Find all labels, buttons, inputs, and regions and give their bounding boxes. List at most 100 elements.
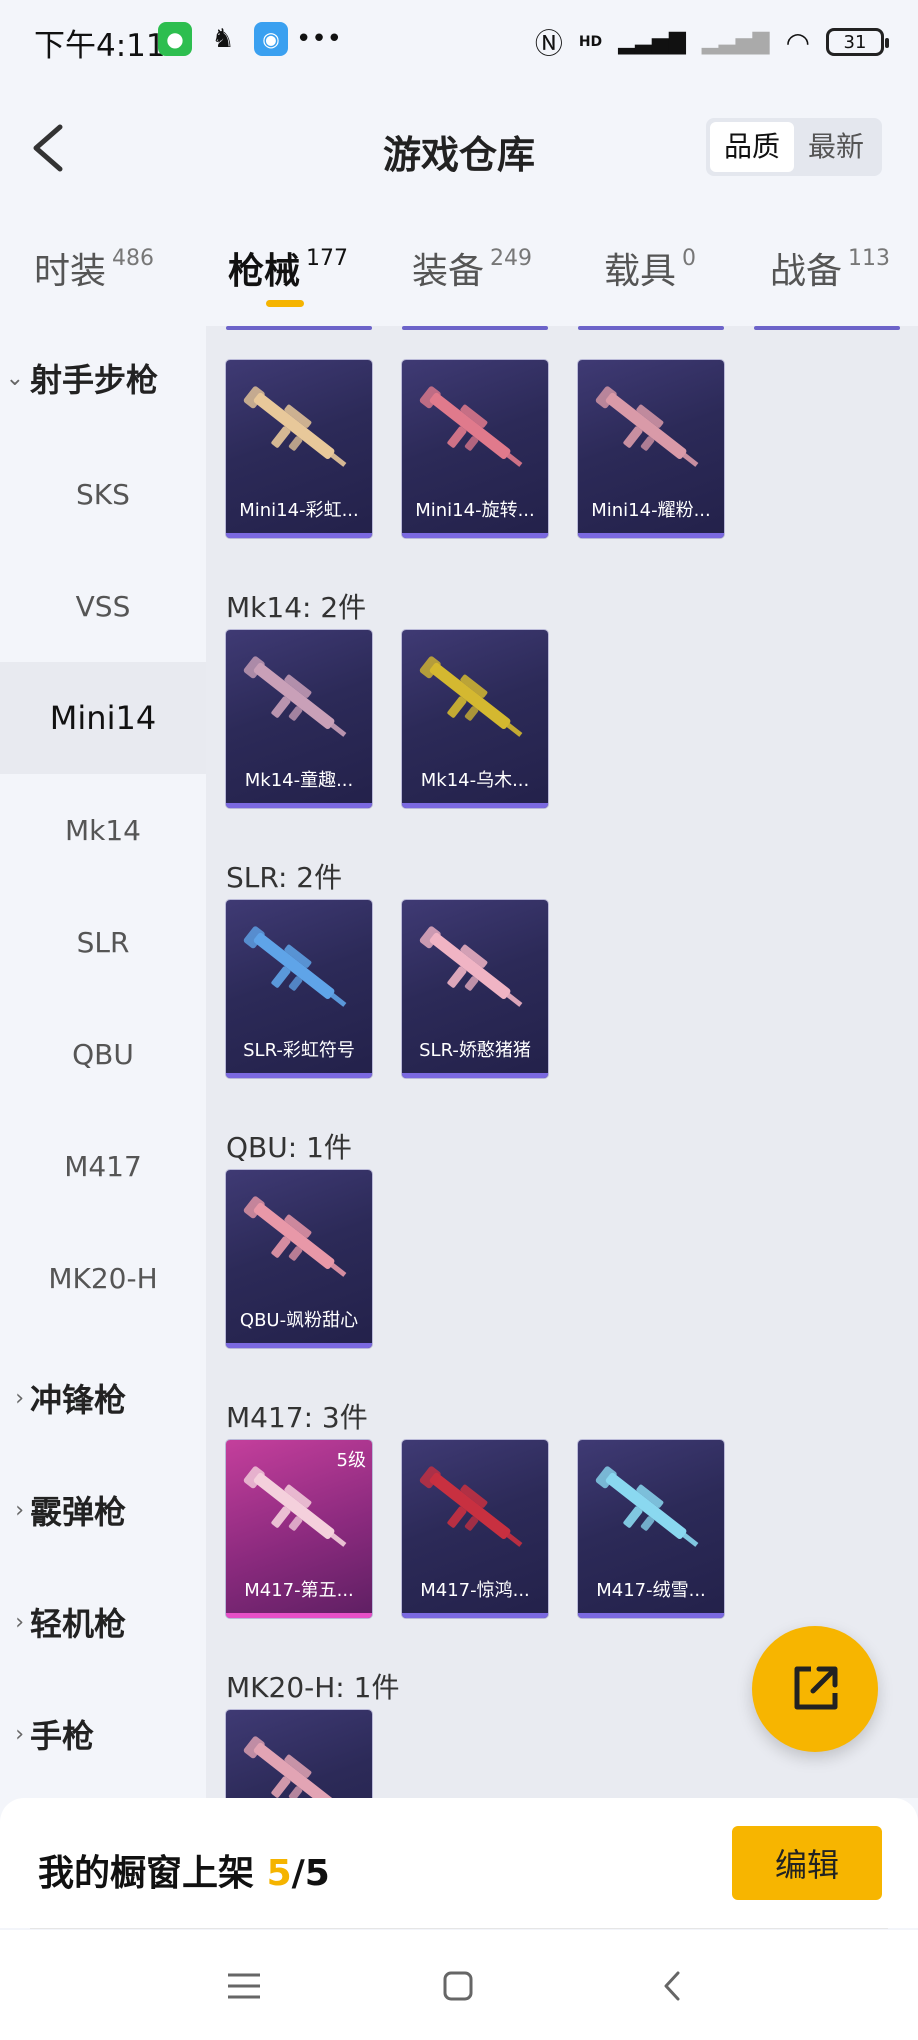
weapon-skin-icon <box>595 1466 699 1547</box>
weapon-card[interactable]: M417-惊鸿... <box>402 1440 548 1618</box>
category-label: 冲锋枪 <box>30 1381 127 1419</box>
nav-back-icon <box>664 1971 680 2001</box>
weapon-card[interactable]: Mini14-耀粉... <box>578 360 724 538</box>
wifi-icon: ◠ <box>785 25 810 59</box>
section-title: MK20-H: 1件 <box>226 1671 400 1704</box>
weapon-card[interactable]: Mini14-旋转... <box>402 360 548 538</box>
sidebar-category-shotgun[interactable]: › 霰弹枪 <box>0 1454 206 1566</box>
weapon-skin-icon <box>243 926 347 1007</box>
rarity-bar <box>226 1613 372 1618</box>
sidebar-item-m417[interactable]: M417 <box>0 1110 206 1222</box>
weapon-card[interactable]: MK20-H-快... <box>226 1710 372 1798</box>
tab-weapons[interactable]: 枪械 177 <box>228 242 348 294</box>
level-badge: 5级 <box>336 1450 366 1471</box>
card-edge <box>226 326 372 330</box>
weapon-skin-icon <box>243 386 347 467</box>
category-label: 霰弹枪 <box>30 1493 127 1531</box>
rarity-bar <box>402 533 548 538</box>
weapon-skin-icon <box>243 656 347 737</box>
nav-back-button[interactable] <box>652 1966 692 2006</box>
rarity-bar <box>226 533 372 538</box>
showcase-count-total: /5 <box>291 1853 330 1894</box>
tab-outfits[interactable]: 时装 486 <box>34 242 154 294</box>
chevron-right-icon: › <box>15 1721 24 1747</box>
weapon-card[interactable]: Mk14-乌木... <box>402 630 548 808</box>
sidebar-item-sks[interactable]: SKS <box>0 438 206 550</box>
sort-toggle[interactable]: 品质 最新 <box>705 118 882 176</box>
category-label: 射手步枪 <box>30 361 159 399</box>
tab-vehicles[interactable]: 载具 0 <box>604 242 696 294</box>
sidebar-item-vss[interactable]: VSS <box>0 550 206 662</box>
menu-icon <box>228 1973 260 1999</box>
notification-icons: ● ♞ ◉ ••• <box>158 22 343 56</box>
weapon-skin-icon <box>243 1466 347 1547</box>
sidebar-item-slr[interactable]: SLR <box>0 886 206 998</box>
sidebar-category-lmg[interactable]: › 轻机枪 <box>0 1566 206 1678</box>
weapon-skin-icon <box>419 656 523 737</box>
share-button[interactable] <box>752 1626 878 1752</box>
card-edge <box>754 326 900 330</box>
weapon-skin-icon <box>419 386 523 467</box>
rarity-bar <box>402 803 548 808</box>
weapon-card[interactable]: SLR-娇憨猪猪 <box>402 900 548 1078</box>
sidebar-item-mini14[interactable]: Mini14 <box>0 662 206 774</box>
tab-label: 枪械 <box>228 251 301 292</box>
rarity-bar <box>402 1613 548 1618</box>
weapon-card[interactable]: SLR-彩虹符号 <box>226 900 372 1078</box>
weapon-name: SLR-娇憨猪猪 <box>419 1040 531 1061</box>
sidebar: ⌄ 射手步枪 SKS VSS Mini14 Mk14 SLR QBU M417 … <box>0 326 206 1798</box>
sidebar-category-smg[interactable]: › 冲锋枪 <box>0 1342 206 1454</box>
sort-newest[interactable]: 最新 <box>794 122 878 172</box>
tab-count: 113 <box>848 246 891 271</box>
sidebar-item-qbu[interactable]: QBU <box>0 998 206 1110</box>
status-right: Ⓝ HD ▂▃▅▇ ▂▃▅▇ ◠ 31 <box>535 22 889 62</box>
tab-equipment[interactable]: 装备 249 <box>412 242 532 294</box>
chevron-right-icon: › <box>15 1497 24 1523</box>
rarity-bar <box>226 1073 372 1078</box>
weapon-card[interactable]: QBU-飒粉甜心 <box>226 1170 372 1348</box>
share-external-icon <box>794 1666 838 1710</box>
weapon-name: SLR-彩虹符号 <box>243 1040 355 1061</box>
section-title: M417: 3件 <box>226 1401 368 1434</box>
sidebar-item-mk14[interactable]: Mk14 <box>0 774 206 886</box>
rarity-bar <box>226 1343 372 1348</box>
home-square-icon <box>443 1971 473 2001</box>
weapon-name: Mini14-旋转... <box>415 500 535 521</box>
weapon-skin-icon <box>595 386 699 467</box>
divider <box>30 1928 888 1929</box>
sidebar-category-pistol[interactable]: › 手枪 <box>0 1678 206 1790</box>
wechat-icon: ● <box>158 22 192 56</box>
sidebar-category-marksman[interactable]: ⌄ 射手步枪 <box>0 348 206 408</box>
edit-button[interactable]: 编辑 <box>732 1826 882 1900</box>
signal2-icon: ▂▃▅▇ <box>701 29 770 55</box>
weapon-name: M417-绒雪... <box>596 1580 706 1601</box>
category-tabs: 时装 486 枪械 177 装备 249 载具 0 战备 113 <box>0 214 918 314</box>
category-label: 轻机枪 <box>30 1605 127 1643</box>
sort-quality[interactable]: 品质 <box>709 122 794 172</box>
weapon-name: Mini14-彩虹... <box>239 500 359 521</box>
nav-menu-button[interactable] <box>224 1966 264 2006</box>
tab-label: 载具 <box>604 251 677 292</box>
tab-label: 战备 <box>770 251 843 292</box>
weapon-card[interactable]: Mk14-童趣... <box>226 630 372 808</box>
tab-count: 249 <box>490 246 533 271</box>
system-nav-bar <box>0 1930 918 2040</box>
qq-icon: ♞ <box>211 24 235 54</box>
battery-icon: 31 <box>826 28 889 56</box>
weapon-card[interactable]: Mini14-彩虹... <box>226 360 372 538</box>
rarity-bar <box>226 803 372 808</box>
active-tab-indicator <box>266 300 304 307</box>
sidebar-item-mk20h[interactable]: MK20-H <box>0 1222 206 1334</box>
showcase-text: 我的橱窗上架 <box>38 1853 255 1894</box>
weapon-card[interactable]: M417-绒雪... <box>578 1440 724 1618</box>
status-bar: 下午4:11 ● ♞ ◉ ••• Ⓝ HD ▂▃▅▇ ▂▃▅▇ ◠ 31 <box>0 0 918 82</box>
weapon-card[interactable]: 5级 M417-第五... <box>226 1440 372 1618</box>
tab-count: 0 <box>682 246 697 271</box>
nav-home-button[interactable] <box>438 1966 478 2006</box>
more-icon: ••• <box>296 24 343 54</box>
weapon-name: QBU-飒粉甜心 <box>239 1310 359 1331</box>
weapon-skin-icon <box>243 1196 347 1277</box>
category-label: 手枪 <box>30 1717 95 1755</box>
rarity-bar <box>578 1613 724 1618</box>
tab-supplies[interactable]: 战备 113 <box>770 242 890 294</box>
